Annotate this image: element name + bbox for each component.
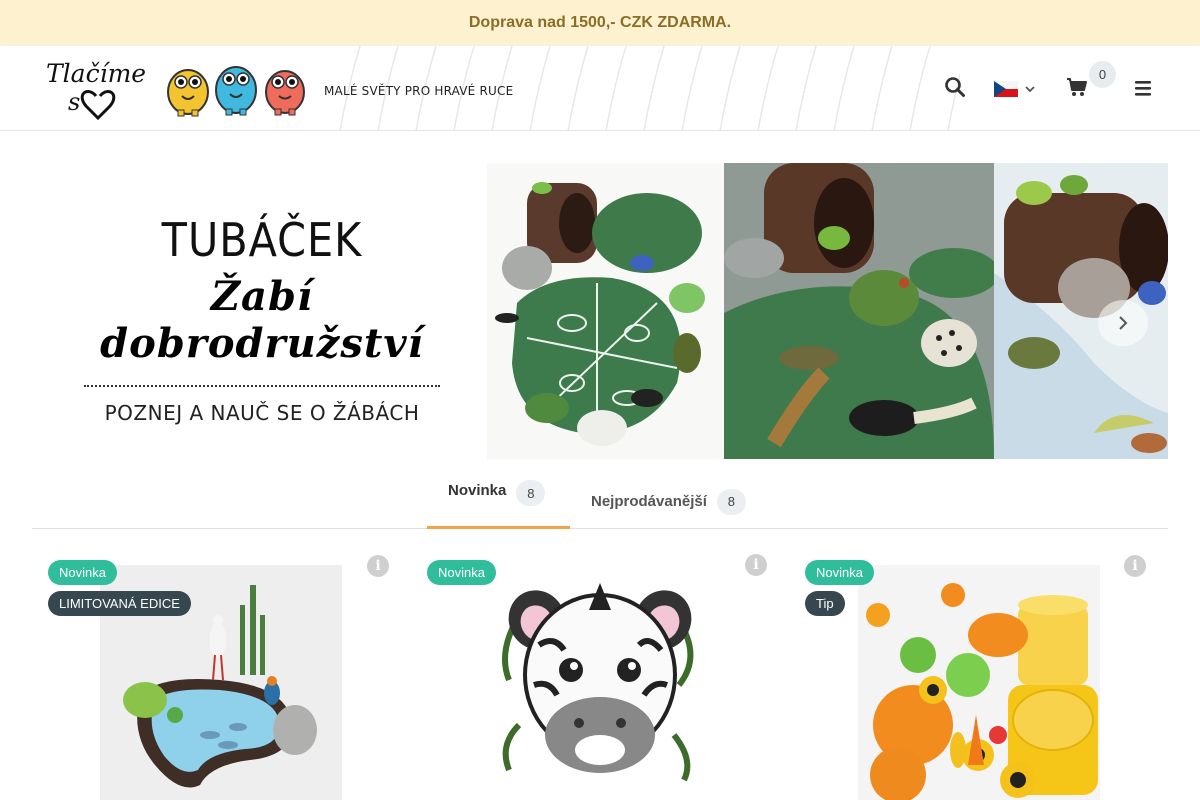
heart-icon (80, 90, 116, 121)
badge-novinka: Novinka (805, 560, 874, 585)
tab-novinka[interactable]: Novinka 8 (427, 470, 570, 529)
logo-text-2: s (68, 88, 80, 116)
tab-nejprodavanejsi-count: 8 (716, 488, 746, 515)
product-image[interactable] (479, 565, 721, 800)
product-image[interactable] (858, 565, 1100, 800)
language-selector[interactable] (994, 80, 1038, 98)
product-card[interactable]: Novinka Tip i (789, 548, 1149, 800)
cart-count-badge: 0 (1089, 61, 1116, 88)
badge-tip: Tip (805, 591, 845, 616)
tab-novinka-label: Novinka (448, 482, 507, 499)
chevron-right-icon (1119, 316, 1128, 330)
product-card[interactable]: Novinka LIMITOVANÁ EDICE i (32, 548, 392, 800)
hero-subtitle: Žabí dobrodružství (100, 273, 424, 367)
hero-photo-2 (724, 163, 994, 459)
badge-novinka: Novinka (427, 560, 496, 585)
badge-limitovana-edice: LIMITOVANÁ EDICE (48, 591, 191, 616)
info-icon[interactable]: i (745, 554, 767, 576)
mascot-logo (152, 46, 322, 130)
shipping-announcement-text: Doprava nad 1500,- CZK ZDARMA. (468, 13, 732, 31)
carousel-next-button[interactable] (1098, 300, 1148, 346)
info-icon[interactable]: i (1124, 555, 1146, 577)
site-header: Tlačíme s MALÉ SVĚTY PRO HRAVÉ RUCE 0 (0, 46, 1200, 131)
tab-novinka-count: 8 (516, 480, 546, 506)
cart-button[interactable] (1066, 76, 1088, 98)
badge-novinka: Novinka (48, 560, 117, 585)
monsters-illustration (167, 66, 305, 117)
hero-divider (84, 385, 440, 387)
search-icon (945, 77, 965, 97)
menu-button[interactable] (1133, 79, 1153, 97)
chevron-down-icon (1025, 86, 1035, 93)
header-tagline: MALÉ SVĚTY PRO HRAVÉ RUCE (324, 84, 514, 98)
search-button[interactable] (944, 76, 966, 98)
flag-cz-icon (994, 81, 1018, 97)
shipping-announcement-bar: Doprava nad 1500,- CZK ZDARMA. (0, 0, 1200, 45)
hero-photo-1 (487, 163, 724, 459)
product-card[interactable]: Novinka i (411, 548, 771, 800)
hero-text-block: TUBÁČEK Žabí dobrodružství POZNEJ A NAUČ… (72, 213, 452, 425)
hero-tagline: POZNEJ A NAUČ SE O ŽÁBÁCH (104, 401, 420, 425)
menu-icon (1135, 81, 1151, 96)
logo-drawing: Tlačíme s (46, 59, 146, 121)
info-icon[interactable]: i (367, 555, 389, 577)
site-logo[interactable]: Tlačíme s (44, 56, 148, 122)
logo-text-1: Tlačíme (46, 59, 146, 88)
cart-icon (1067, 78, 1087, 96)
hero-banner[interactable]: TUBÁČEK Žabí dobrodružství POZNEJ A NAUČ… (32, 163, 1168, 459)
hero-title: TUBÁČEK (161, 213, 363, 267)
tab-nejprodavanejsi[interactable]: Nejprodávanější 8 (591, 470, 746, 529)
tab-nejprodavanejsi-label: Nejprodávanější (591, 493, 707, 510)
product-tabs: Novinka 8 Nejprodávanější 8 (32, 470, 1168, 529)
